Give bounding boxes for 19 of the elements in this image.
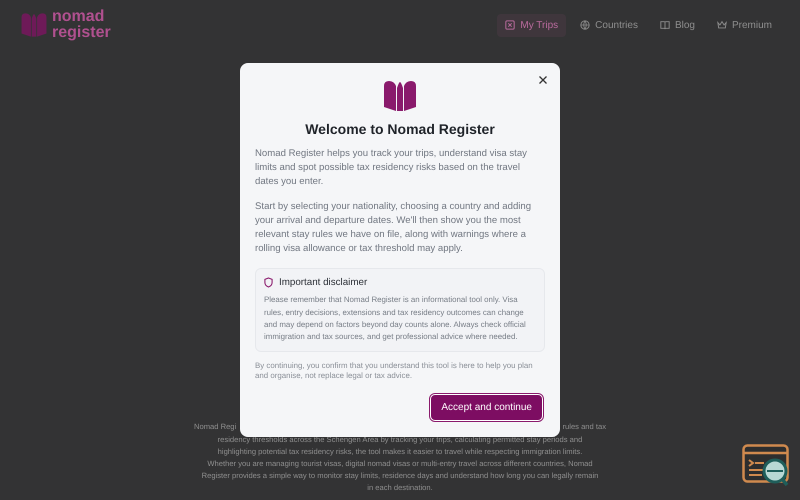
nav-link[interactable]: Blog — [652, 14, 703, 36]
logo-icon — [20, 12, 48, 38]
dialog-paragraph: Nomad Register helps you track your trips, understand visa stay limits and spot possible tax residency risks based on the travel dates you enter. — [255, 147, 528, 190]
logo-icon — [382, 79, 418, 113]
accept-button[interactable]: Accept and continue — [430, 394, 543, 421]
logo-text: register — [52, 25, 111, 41]
shield-icon — [264, 277, 273, 288]
close-icon — [538, 75, 548, 85]
disclaimer-title: Important disclaimer — [279, 277, 368, 288]
nav-link[interactable]: Countries — [572, 14, 646, 36]
nav-link[interactable]: Premium — [708, 14, 780, 36]
logo-text: nomad — [52, 9, 106, 25]
crown-icon — [716, 20, 727, 30]
browser-search-icon[interactable] — [742, 444, 790, 488]
dialog-paragraph: Start by selecting your nationality, choosing a country and adding your arrival and departure dates. We'll then show you the most relevant stay rules we have on file, along with warnings where a rolling visa allowance or tax threshold may apply. — [255, 200, 532, 256]
nav-link[interactable]: My Trips — [497, 14, 566, 36]
dialog-title: Welcome to Nomad Register — [304, 121, 496, 137]
globe-icon — [580, 20, 590, 30]
book-icon — [660, 20, 670, 30]
